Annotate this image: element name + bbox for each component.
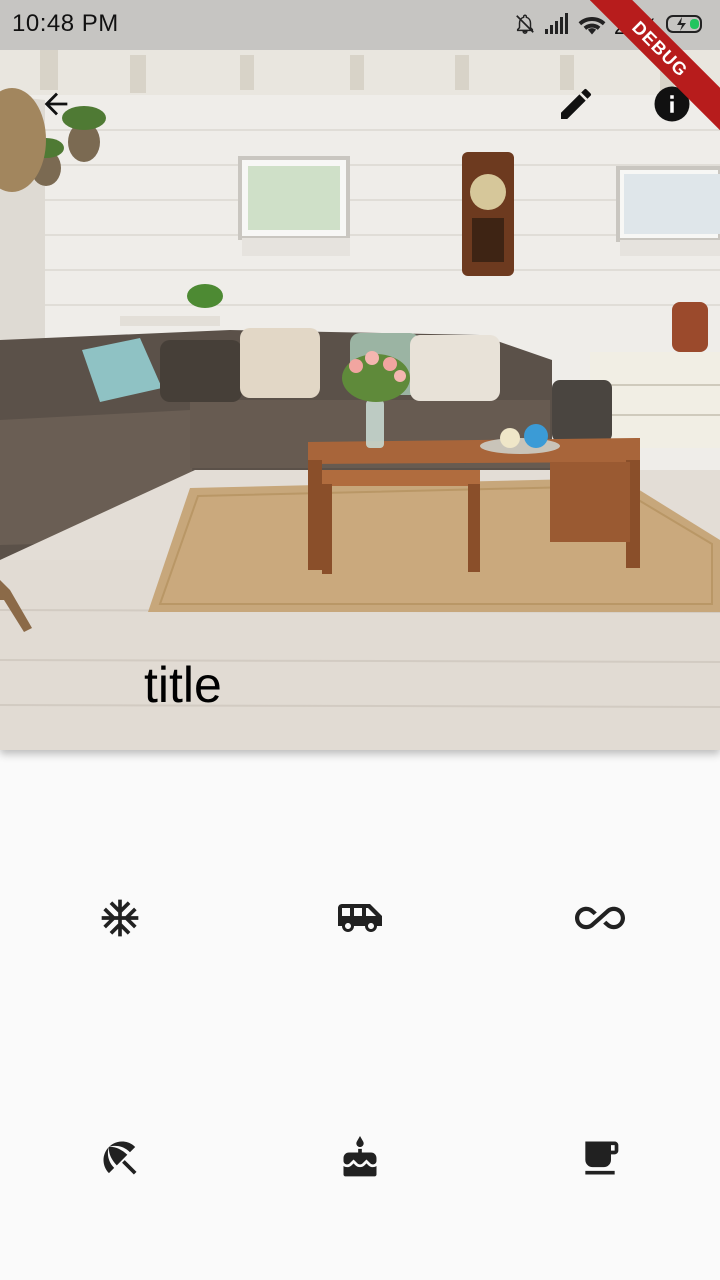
grid-item-ac-unit[interactable] [0, 800, 240, 1040]
cake-icon [338, 1135, 382, 1185]
signal-icon [544, 13, 570, 40]
living-room-photo [0, 0, 720, 750]
airport-shuttle-icon [336, 894, 384, 947]
grid-item-free-breakfast[interactable] [480, 1040, 720, 1280]
edit-button[interactable] [552, 82, 600, 130]
page-title: title [144, 657, 222, 713]
status-time: 10:48 PM [12, 10, 119, 37]
grid-item-cake[interactable] [240, 1040, 480, 1280]
back-button[interactable] [32, 82, 80, 130]
screen: 10:48 PM 28% title DEBUG [0, 0, 720, 1280]
edit-icon [556, 84, 596, 129]
hero-image: 10:48 PM 28% title [0, 0, 720, 750]
info-icon [651, 83, 693, 130]
wifi-icon [578, 13, 606, 40]
info-button[interactable] [648, 82, 696, 130]
arrow-back-icon [39, 87, 73, 126]
all-inclusive-icon [575, 893, 625, 948]
free-breakfast-icon [578, 1136, 622, 1185]
status-icons: 28% [514, 12, 706, 41]
battery-charging-icon [666, 13, 706, 40]
ac-unit-icon [98, 896, 142, 945]
grid-item-airport-shuttle[interactable] [240, 800, 480, 1040]
notifications-off-icon [514, 12, 536, 41]
grid-item-all-inclusive[interactable] [480, 800, 720, 1040]
beach-access-icon [98, 1136, 142, 1185]
status-battery: 28% [613, 13, 658, 39]
status-bar: 10:48 PM 28% [0, 0, 720, 50]
grid-item-beach-access[interactable] [0, 1040, 240, 1280]
